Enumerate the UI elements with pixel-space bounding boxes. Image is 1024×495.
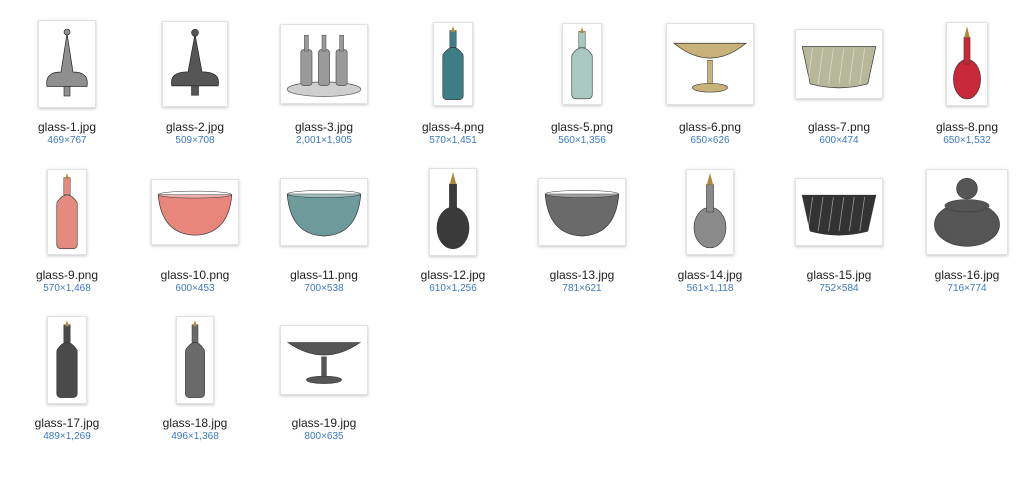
image-dimensions: 752×584	[819, 283, 859, 294]
image-dimensions: 716×774	[947, 283, 987, 294]
file-item[interactable]: glass-18.jpg 496×1,368	[131, 296, 259, 444]
image-dimensions: 700×538	[304, 283, 344, 294]
bottle-icon	[47, 316, 87, 404]
file-name[interactable]: glass-7.png	[775, 120, 903, 134]
thumbnail-frame[interactable]	[131, 164, 259, 260]
bowl-icon	[151, 179, 239, 245]
file-name[interactable]: glass-19.jpg	[260, 416, 388, 430]
file-item[interactable]: glass-12.jpg 610×1,256	[389, 148, 517, 296]
file-item[interactable]: glass-6.png 650×626	[646, 0, 774, 148]
thumbnail-frame[interactable]	[3, 164, 131, 260]
file-item[interactable]: glass-14.jpg 561×1,118	[646, 148, 774, 296]
stopper-icon	[38, 20, 96, 108]
basket-bowl-icon	[795, 29, 883, 99]
thumbnail-frame[interactable]	[3, 312, 131, 408]
bowl-icon	[538, 178, 626, 246]
file-name[interactable]: glass-4.png	[389, 120, 517, 134]
image-dimensions: 496×1,368	[171, 431, 219, 442]
image-dimensions: 600×453	[175, 283, 215, 294]
file-item[interactable]: glass-16.jpg 716×774	[903, 148, 1024, 296]
image-dimensions: 2,001×1,905	[296, 135, 352, 146]
file-item[interactable]: glass-13.jpg 781×621	[518, 148, 646, 296]
thumbnail-frame[interactable]	[775, 164, 903, 260]
bowl-icon	[280, 178, 368, 246]
image-dimensions: 650×1,532	[943, 135, 991, 146]
basket-bowl-icon	[795, 178, 883, 246]
thumbnail-frame[interactable]	[131, 312, 259, 408]
decanter-icon	[429, 168, 477, 256]
image-dimensions: 509×708	[175, 135, 215, 146]
thumbnail-frame[interactable]	[903, 164, 1024, 260]
file-name[interactable]: glass-1.jpg	[3, 120, 131, 134]
image-dimensions: 469×767	[47, 135, 87, 146]
image-dimensions: 570×1,468	[43, 283, 91, 294]
compote-icon	[280, 325, 368, 395]
cruet-set-icon	[280, 24, 368, 104]
file-item[interactable]: glass-2.jpg 509×708	[131, 0, 259, 148]
file-item[interactable]: glass-8.png 650×1,532	[903, 0, 1024, 148]
file-name[interactable]: glass-11.png	[260, 268, 388, 282]
thumbnail-frame[interactable]	[389, 164, 517, 260]
file-name[interactable]: glass-18.jpg	[131, 416, 259, 430]
decanter-icon	[946, 22, 988, 106]
bottle-icon	[562, 23, 602, 105]
file-name[interactable]: glass-17.jpg	[3, 416, 131, 430]
bottle-icon	[176, 316, 214, 404]
thumbnail-frame[interactable]	[260, 16, 388, 112]
thumbnail-frame[interactable]	[389, 16, 517, 112]
file-name[interactable]: glass-10.png	[131, 268, 259, 282]
thumbnail-frame[interactable]	[646, 164, 774, 260]
thumbnail-frame[interactable]	[518, 164, 646, 260]
file-name[interactable]: glass-12.jpg	[389, 268, 517, 282]
bottle-icon	[47, 169, 87, 255]
file-name[interactable]: glass-13.jpg	[518, 268, 646, 282]
image-dimensions: 800×635	[304, 431, 344, 442]
thumbnail-frame[interactable]	[131, 16, 259, 112]
decanter-icon	[686, 169, 734, 255]
image-dimensions: 781×621	[562, 283, 602, 294]
file-item[interactable]: glass-11.png 700×538	[260, 148, 388, 296]
thumbnail-frame[interactable]	[260, 312, 388, 408]
file-name[interactable]: glass-16.jpg	[903, 268, 1024, 282]
thumbnail-frame[interactable]	[260, 164, 388, 260]
compote-icon	[666, 23, 754, 105]
file-item[interactable]: glass-1.jpg 469×767	[3, 0, 131, 148]
image-dimensions: 560×1,356	[558, 135, 606, 146]
stopper-icon	[162, 21, 228, 107]
file-item[interactable]: glass-15.jpg 752×584	[775, 148, 903, 296]
image-dimensions: 489×1,269	[43, 431, 91, 442]
bottle-icon	[433, 22, 473, 106]
image-dimensions: 561×1,118	[686, 283, 734, 294]
thumbnail-frame[interactable]	[518, 16, 646, 112]
file-name[interactable]: glass-9.png	[3, 268, 131, 282]
file-name[interactable]: glass-15.jpg	[775, 268, 903, 282]
file-name[interactable]: glass-3.jpg	[260, 120, 388, 134]
covered-jar-icon	[926, 169, 1008, 255]
file-item[interactable]: glass-10.png 600×453	[131, 148, 259, 296]
file-item[interactable]: glass-19.jpg 800×635	[260, 296, 388, 444]
image-dimensions: 610×1,256	[429, 283, 477, 294]
file-item[interactable]: glass-5.png 560×1,356	[518, 0, 646, 148]
thumbnail-frame[interactable]	[775, 16, 903, 112]
image-dimensions: 600×474	[819, 135, 859, 146]
thumbnail-frame[interactable]	[3, 16, 131, 112]
file-name[interactable]: glass-8.png	[903, 120, 1024, 134]
file-name[interactable]: glass-2.jpg	[131, 120, 259, 134]
file-item[interactable]: glass-17.jpg 489×1,269	[3, 296, 131, 444]
file-name[interactable]: glass-14.jpg	[646, 268, 774, 282]
thumbnail-frame[interactable]	[903, 16, 1024, 112]
file-item[interactable]: glass-7.png 600×474	[775, 0, 903, 148]
thumbnail-frame[interactable]	[646, 16, 774, 112]
image-dimensions: 570×1,451	[429, 135, 477, 146]
image-dimensions: 650×626	[690, 135, 730, 146]
file-name[interactable]: glass-6.png	[646, 120, 774, 134]
file-item[interactable]: glass-9.png 570×1,468	[3, 148, 131, 296]
file-item[interactable]: glass-3.jpg 2,001×1,905	[260, 0, 388, 148]
file-name[interactable]: glass-5.png	[518, 120, 646, 134]
file-grid: glass-1.jpg 469×767 glass-2.jpg 509×708 …	[0, 0, 1024, 495]
file-item[interactable]: glass-4.png 570×1,451	[389, 0, 517, 148]
